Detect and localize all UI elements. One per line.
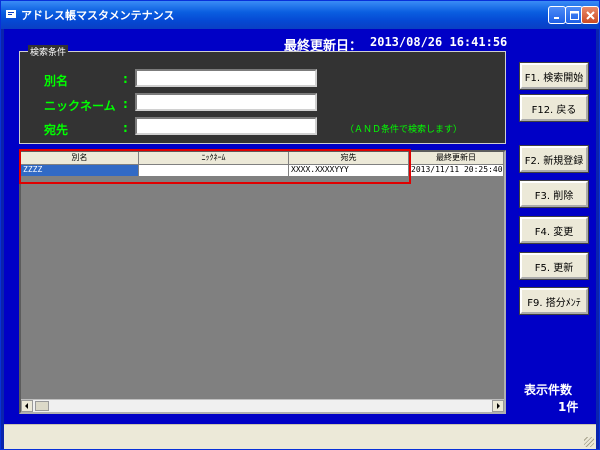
minimize-icon [554, 17, 559, 19]
column-header-alias[interactable]: 別名 [21, 152, 139, 165]
dest-colon: : [123, 121, 128, 135]
new-button[interactable]: F2. 新規登録 [519, 145, 589, 173]
scroll-left-button[interactable] [21, 400, 33, 412]
dest-input[interactable] [135, 117, 317, 135]
dest-label: 宛先 [44, 123, 69, 137]
alias-input[interactable] [135, 69, 317, 87]
table-row[interactable]: ZZZZ XXXX.XXXXYYY 2013/11/11 20:25:40 [21, 165, 504, 176]
window-title: アドレス帳マスタメンテナンス [21, 9, 175, 22]
change-button[interactable]: F4. 変更 [519, 216, 589, 244]
and-condition-hint: （ＡＮＤ条件で検索します） [345, 125, 463, 135]
update-button[interactable]: F5. 更新 [519, 252, 589, 280]
bulk-maintenance-button[interactable]: F9. 搭分ﾒﾝﾃ [519, 287, 589, 315]
column-header-destination[interactable]: 宛先 [289, 152, 409, 165]
cell-last-updated[interactable]: 2013/11/11 20:25:40 [409, 165, 504, 176]
close-icon [585, 10, 595, 20]
client-area: 最終更新日： 2013/08/26 16:41:56 検索条件 別名 : ニック… [4, 29, 596, 424]
alias-colon: : [123, 72, 128, 86]
delete-button[interactable]: F3. 削除 [519, 180, 589, 208]
horizontal-scrollbar[interactable] [21, 399, 504, 412]
nickname-input[interactable] [135, 93, 317, 111]
record-count-value: 1件 [558, 400, 579, 414]
status-bar [4, 424, 596, 449]
scroll-right-button[interactable] [492, 400, 504, 412]
main-window: アドレス帳マスタメンテナンス 最終更新日： 2013/08/26 16:41:5… [0, 0, 600, 450]
title-bar[interactable]: アドレス帳マスタメンテナンス [1, 1, 599, 29]
search-conditions-group: 検索条件 別名 : ニックネーム : 宛先 : （ＡＮＤ条件で検索します） [19, 45, 506, 144]
minimize-button[interactable] [548, 6, 566, 24]
app-icon [6, 10, 16, 18]
search-group-legend: 検索条件 [28, 45, 69, 58]
cell-nickname[interactable] [139, 165, 289, 176]
cell-alias[interactable]: ZZZZ [21, 165, 139, 176]
nickname-label: ニックネーム [44, 99, 116, 113]
scroll-thumb[interactable] [35, 401, 49, 411]
grid-header: 別名 ﾆｯｸﾈｰﾑ 宛先 最終更新日 [21, 152, 504, 165]
back-button[interactable]: F12. 戻る [519, 94, 589, 122]
column-header-nickname[interactable]: ﾆｯｸﾈｰﾑ [139, 152, 289, 165]
nickname-colon: : [123, 97, 128, 111]
alias-label: 別名 [44, 74, 69, 88]
cell-destination[interactable]: XXXX.XXXXYYY [289, 165, 409, 176]
resize-grip-icon[interactable] [584, 437, 594, 447]
arrow-left-icon [25, 403, 28, 409]
search-button[interactable]: F1. 検索開始 [519, 62, 589, 90]
maximize-icon [569, 10, 579, 20]
close-button[interactable] [581, 6, 599, 24]
arrow-right-icon [497, 403, 500, 409]
results-grid[interactable]: 別名 ﾆｯｸﾈｰﾑ 宛先 最終更新日 ZZZZ XXXX.XXXXYYY 201… [19, 150, 506, 414]
column-header-last-updated[interactable]: 最終更新日 [409, 152, 504, 165]
last-updated-value: 2013/08/26 16:41:56 [370, 35, 508, 49]
record-count-label: 表示件数 [524, 383, 573, 397]
